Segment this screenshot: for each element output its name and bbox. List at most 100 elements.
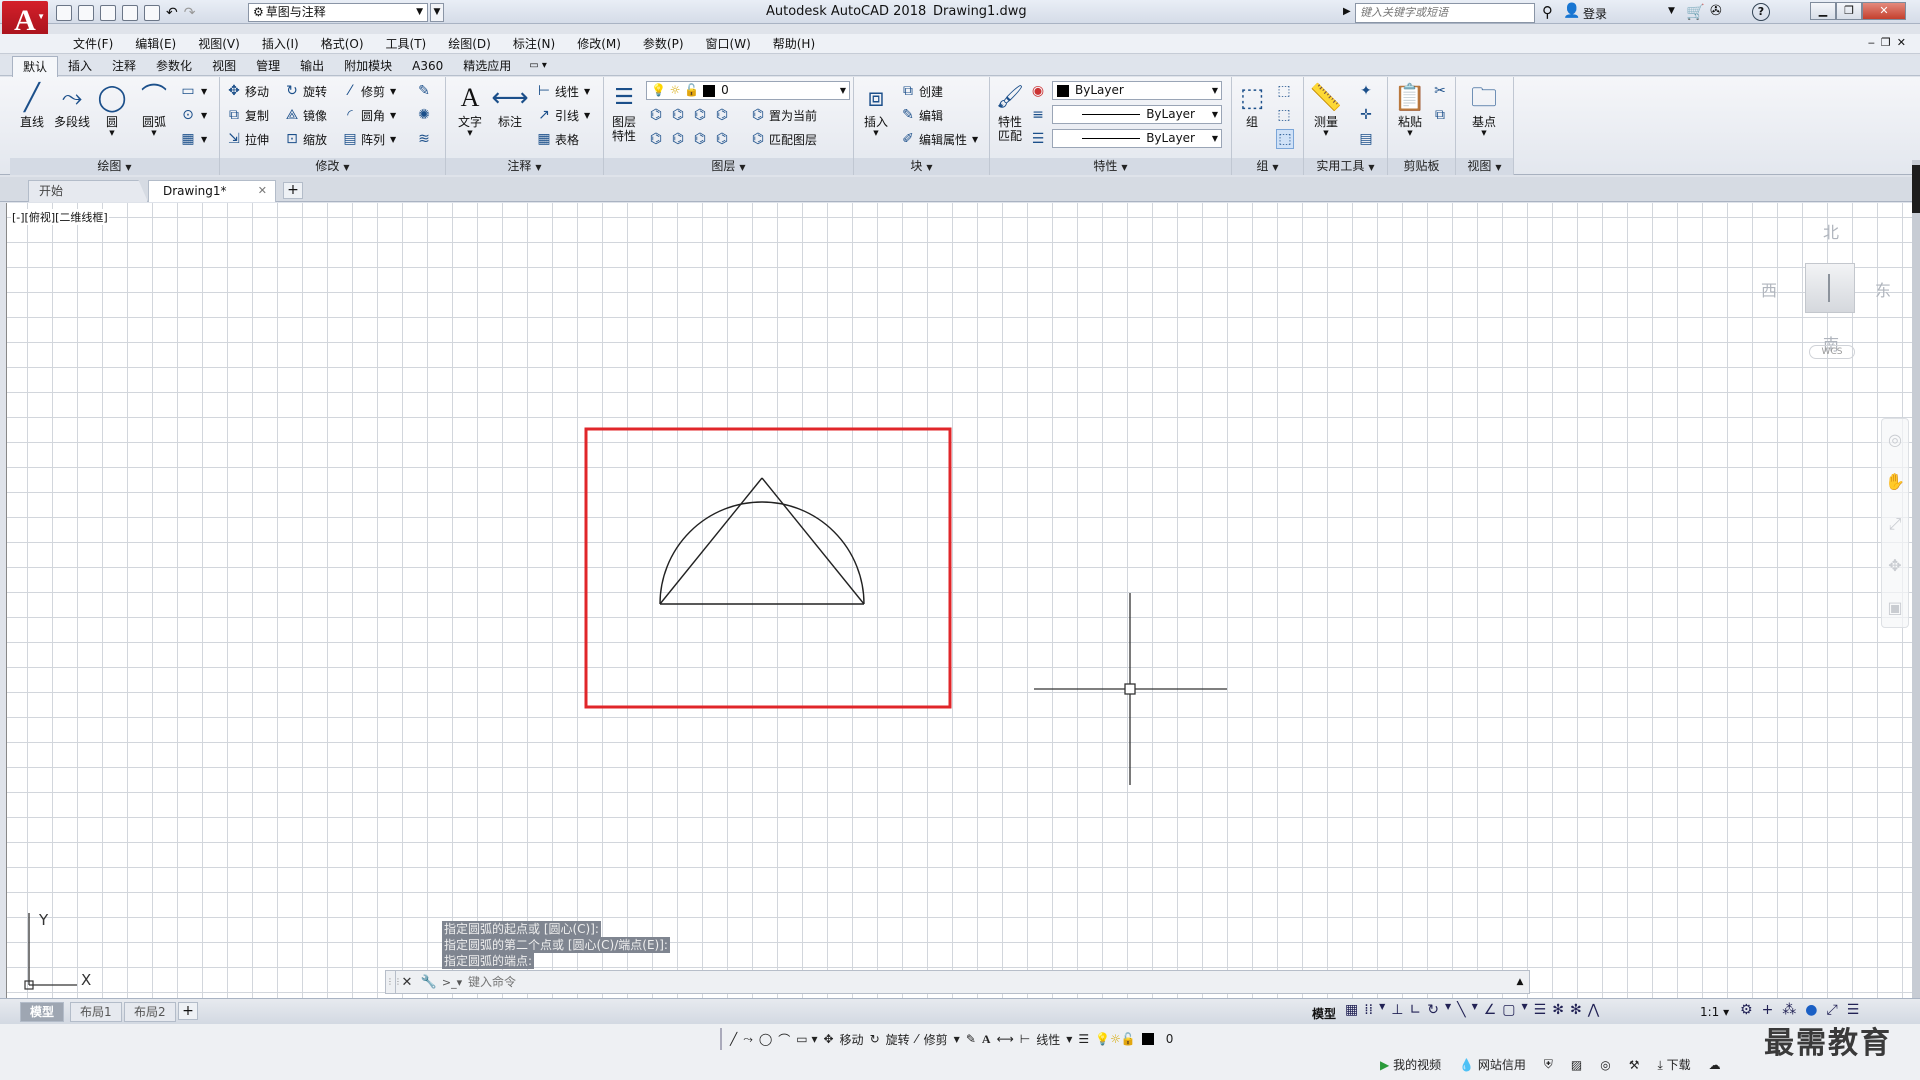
line-icon[interactable]: ╱ <box>730 1032 737 1046</box>
close-icon[interactable]: ✕ <box>396 975 418 990</box>
copy-button[interactable]: ⧉ 复制 <box>226 105 269 125</box>
new-file-icon[interactable] <box>56 5 72 21</box>
tab-drawing1[interactable]: Drawing1* ✕ <box>148 180 276 202</box>
panel-properties-title[interactable]: 特性 ▼ <box>990 158 1231 175</box>
showmotion-icon[interactable]: ▣ <box>1882 587 1908 629</box>
menu-format[interactable]: 格式(O) <box>310 34 375 54</box>
layer-lock-icon[interactable]: ⌬ <box>714 107 730 123</box>
layer-unlock-icon[interactable]: ⌬ <box>714 131 730 147</box>
paste-button[interactable]: 📋 粘贴 ▼ <box>1390 81 1430 137</box>
help-icon[interactable]: ? <box>1752 3 1770 21</box>
grid-icon[interactable]: ▦ <box>1345 1002 1358 1018</box>
panel-view-title[interactable]: 视图 ▼ <box>1456 158 1513 175</box>
arc-icon[interactable]: ⌒ <box>778 1031 790 1048</box>
browser-icon[interactable]: ◎ <box>1600 1058 1610 1072</box>
isolate-objects-icon[interactable]: ● <box>1805 1002 1817 1018</box>
match-layer-button[interactable]: ⌬ 匹配图层 <box>750 129 817 149</box>
create-block-button[interactable]: ⧉ 创建 <box>900 81 943 101</box>
text-button[interactable]: A 文字 ▼ <box>450 81 490 137</box>
menu-dimension[interactable]: 标注(N) <box>502 34 566 54</box>
search-input[interactable]: 键入关键字或短语 <box>1355 3 1535 23</box>
layout-tab-2[interactable]: 布局2 <box>124 1002 176 1022</box>
panel-block-title[interactable]: 块 ▼ <box>854 158 989 175</box>
my-video-button[interactable]: ▶ 我的视频 <box>1380 1056 1441 1073</box>
eraser-icon[interactable]: ✎ <box>966 1032 976 1046</box>
orbit-icon[interactable]: ✥ <box>1882 545 1908 587</box>
binoculars-icon[interactable]: ⚲ <box>1542 3 1553 21</box>
dimension-button[interactable]: ⟷ 标注 <box>490 81 530 129</box>
tab-manage[interactable]: 管理 <box>246 56 290 75</box>
panel-clipboard-title[interactable]: 剪贴板 <box>1388 158 1455 175</box>
copy-clip-button[interactable]: ⧉ <box>1432 105 1448 125</box>
command-prompt-icon[interactable]: >_▾ <box>440 976 464 989</box>
plus-icon[interactable]: + <box>1762 1002 1774 1018</box>
layer-unisolate-icon[interactable]: ⌬ <box>670 131 686 147</box>
menu-file[interactable]: 文件(F) <box>62 34 124 54</box>
clean-screen-icon[interactable]: ⤢ <box>1827 1002 1838 1018</box>
stretch-button[interactable]: ⇲ 拉伸 <box>226 129 269 149</box>
search-expand-icon[interactable]: ▶ <box>1343 6 1351 17</box>
erase-button[interactable]: ✎ <box>416 81 432 101</box>
command-input[interactable] <box>464 972 1511 992</box>
steering-wheel-icon[interactable]: ◎ <box>1882 419 1908 461</box>
leader-button[interactable]: ↗ 引线 ▼ <box>536 105 590 125</box>
polar-icon[interactable]: ↻ <box>1427 1002 1439 1018</box>
minimize-button[interactable]: ▁ <box>1810 2 1836 20</box>
wcs-menu[interactable]: WCS <box>1809 345 1855 359</box>
linear-label[interactable]: 线性 <box>1036 1031 1060 1048</box>
viewcube-west[interactable]: 西 <box>1761 277 1777 301</box>
match-properties-button[interactable]: 🖌 特性 匹配 <box>990 81 1030 143</box>
tab-parametric[interactable]: 参数化 <box>146 56 202 75</box>
restore-button[interactable]: ❐ <box>1836 2 1862 20</box>
isodraft-icon[interactable]: ╲ <box>1457 1002 1465 1018</box>
tab-annotate[interactable]: 注释 <box>102 56 146 75</box>
menu-modify[interactable]: 修改(M) <box>566 34 632 54</box>
tab-featured-apps[interactable]: 精选应用 <box>453 56 521 75</box>
new-layout-button[interactable]: + <box>178 1002 198 1020</box>
base-view-button[interactable]: 🗀 基点 ▼ <box>1464 81 1504 137</box>
object-snap-tracking-icon[interactable]: ∠ <box>1484 1002 1497 1018</box>
rectangle-button[interactable]: ▭ ▼ <box>180 81 207 101</box>
cut-button[interactable]: ✂ <box>1432 81 1448 101</box>
workspace-select[interactable]: ⚙ 草图与注释 ▼ <box>248 3 428 22</box>
rectangle-icon[interactable]: ▭ ▾ <box>796 1032 817 1046</box>
chevron-up-icon[interactable]: ▲ <box>1511 977 1529 987</box>
drawing-canvas[interactable]: [-][俯视][二维线框] 北 西 东 南 WCS ◎ ✋ ⤢ ✥ ▣ Y X <box>6 203 1912 998</box>
insert-block-button[interactable]: ⧈ 插入 ▼ <box>856 81 896 137</box>
menu-draw[interactable]: 绘图(D) <box>437 34 502 54</box>
download-button[interactable]: ⤓ 下载 <box>1657 1056 1690 1073</box>
menu-edit[interactable]: 编辑(E) <box>124 34 187 54</box>
move-icon[interactable]: ✥ <box>823 1032 833 1046</box>
rotate-icon[interactable]: ↻ <box>870 1032 880 1046</box>
broom-icon[interactable]: ⚒ <box>1629 1058 1640 1072</box>
layer-properties-button[interactable]: ☰ 图层 特性 <box>604 81 644 143</box>
infer-constraints-icon[interactable]: ⊥ <box>1391 1002 1403 1018</box>
layer-value[interactable]: 0 <box>1166 1032 1174 1046</box>
rotate-label[interactable]: 旋转 <box>886 1031 910 1048</box>
panel-annotation-title[interactable]: 注释 ▼ <box>446 158 603 175</box>
measure-button[interactable]: 📏 测量 ▼ <box>1306 81 1346 137</box>
hatch-button[interactable]: ⊙ ▼ <box>180 105 207 125</box>
viewcube-north[interactable]: 北 <box>1823 219 1839 243</box>
qat-customize-button[interactable]: ▼ <box>430 3 444 22</box>
lineweight-display-icon[interactable]: ☰ <box>1534 1002 1547 1018</box>
a360-icon[interactable]: ✇ <box>1710 3 1722 19</box>
lightbulb-icon[interactable]: 💡☼🔓 <box>1095 1032 1136 1046</box>
net-credit-button[interactable]: 💧 网站信用 <box>1459 1056 1526 1073</box>
color-select[interactable]: ByLayer ▼ <box>1052 81 1222 100</box>
offset-button[interactable]: ≋ <box>416 129 432 149</box>
object-snap-icon[interactable]: ▢ <box>1502 1002 1515 1018</box>
menu-view[interactable]: 视图(V) <box>187 34 251 54</box>
move-label[interactable]: 移动 <box>840 1031 864 1048</box>
layer-on-icon[interactable]: ⌬ <box>648 131 664 147</box>
circle-button[interactable]: ◯ 圆 ▼ <box>92 81 132 137</box>
tab-a360[interactable]: A360 <box>402 56 453 75</box>
user-icon[interactable]: 👤 <box>1563 3 1580 19</box>
linear-dim-icon[interactable]: ⊢ <box>1020 1032 1030 1046</box>
annotation-visibility-icon[interactable]: ✻ <box>1570 1002 1582 1018</box>
menu-parametric[interactable]: 参数(P) <box>632 34 695 54</box>
panel-layers-title[interactable]: 图层 ▼ <box>604 158 853 175</box>
shield-icon[interactable]: ⛨ <box>1544 1057 1553 1072</box>
boundary-button[interactable]: ▦ ▼ <box>180 129 207 149</box>
table-button[interactable]: ▦ 表格 <box>536 129 579 149</box>
